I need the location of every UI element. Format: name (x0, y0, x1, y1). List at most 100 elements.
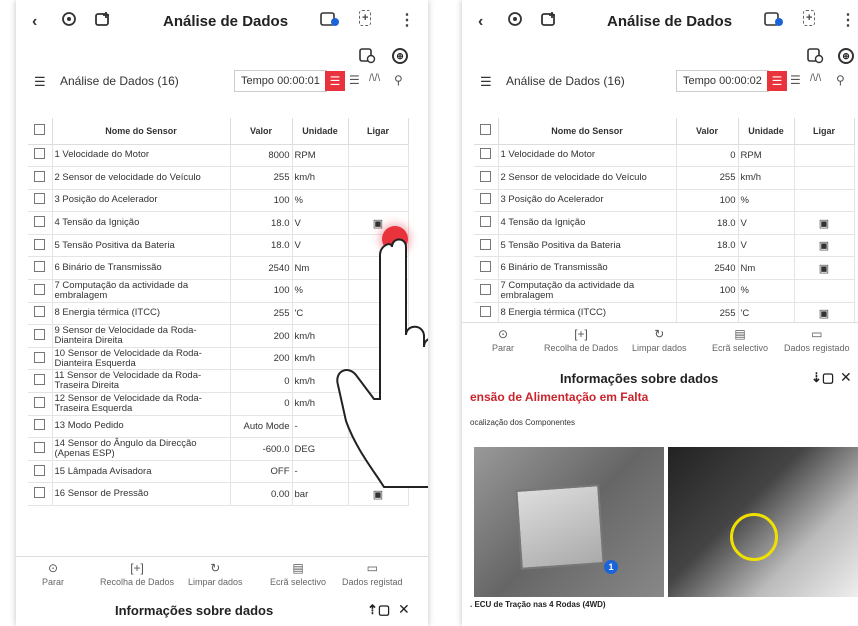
row-checkbox[interactable] (474, 166, 499, 190)
table-row[interactable]: 3 Posição do Acelerador 100% (28, 189, 409, 213)
column-header-name[interactable]: Nome do Sensor (498, 118, 677, 145)
link-cell[interactable] (348, 166, 409, 190)
link-cell[interactable] (794, 166, 855, 190)
row-checkbox[interactable] (28, 279, 53, 303)
list-view-button[interactable]: ☰ (767, 71, 787, 91)
graph-view-icon[interactable]: /\/\ (369, 73, 380, 84)
row-checkbox[interactable] (28, 369, 53, 394)
row-checkbox[interactable] (28, 256, 53, 281)
column-header-unit[interactable]: Unidade (738, 118, 795, 145)
link-icon[interactable]: ▣ (819, 240, 829, 252)
row-checkbox[interactable] (28, 144, 53, 168)
vehicle-scan-icon[interactable] (506, 10, 524, 33)
nav-record[interactable]: [+] Recolha de Dados (544, 327, 618, 353)
row-checkbox[interactable] (474, 189, 499, 213)
settings-dial-icon[interactable]: ⊕ (392, 46, 408, 64)
link-icon[interactable]: ▣ (819, 308, 829, 320)
link-icon[interactable]: ▣ (373, 218, 383, 230)
nav-selective[interactable]: ▤ Ecrã selectivo (270, 561, 326, 587)
search-icon[interactable]: ⚲ (394, 73, 403, 87)
row-checkbox[interactable] (28, 437, 53, 461)
close-icon[interactable]: ✕ (840, 369, 852, 386)
settings-dial-icon[interactable]: ⊕ (838, 46, 854, 64)
nav-clear[interactable]: ↻ Limpar dados (188, 561, 243, 587)
row-checkbox[interactable] (28, 482, 53, 506)
link-cell[interactable]: ▣ (794, 256, 855, 281)
row-checkbox[interactable] (28, 302, 53, 326)
link-cell[interactable] (348, 189, 409, 213)
link-icon[interactable]: ▣ (819, 263, 829, 275)
table-row[interactable]: 2 Sensor de velocidade do Veículo 255 km/h (28, 166, 409, 190)
table-row[interactable]: 4 Tensão da Ignição 18.0 V ▣ (28, 211, 409, 235)
nav-record[interactable]: [+] Recolha de Dados (100, 561, 174, 587)
nav-recorded[interactable]: ▭ Dados registad (342, 561, 403, 587)
link-cell[interactable] (794, 279, 855, 303)
select-all-checkbox[interactable] (474, 118, 499, 145)
row-checkbox[interactable] (28, 347, 53, 371)
table-row[interactable]: 6 Binário de Transmissão 2540 Nm ▣ (474, 256, 855, 281)
link-cell[interactable]: ▣ (794, 211, 855, 235)
table-row[interactable]: 1 Velocidade do Motor 0 RPM (474, 144, 855, 168)
column-header-name[interactable]: Nome do Sensor (52, 118, 231, 145)
vehicle-scan-icon[interactable] (60, 10, 78, 33)
row-checkbox[interactable] (28, 189, 53, 213)
add-vehicle-icon[interactable] (540, 10, 558, 33)
column-header-link[interactable]: Ligar (348, 118, 409, 145)
nav-stop[interactable]: ⊙ Parar (42, 561, 64, 587)
expand-icon[interactable]: + (359, 10, 372, 26)
table-row[interactable]: 2 Sensor de velocidade do Veículo 255 km/h (474, 166, 855, 190)
row-checkbox[interactable] (474, 279, 499, 303)
screen-record-icon[interactable] (764, 10, 784, 33)
link-icon[interactable]: ▣ (819, 218, 829, 230)
column-header-link[interactable]: Ligar (794, 118, 855, 145)
link-cell[interactable] (348, 144, 409, 168)
text-view-icon[interactable]: ☰ (349, 73, 360, 87)
row-checkbox[interactable] (28, 166, 53, 190)
row-checkbox[interactable] (474, 211, 499, 235)
vehicle-info-icon[interactable] (358, 46, 376, 69)
list-view-button[interactable]: ☰ (325, 71, 345, 91)
list-edit-icon[interactable]: ☰ (480, 74, 492, 90)
nav-clear[interactable]: ↻ Limpar dados (632, 327, 687, 353)
vehicle-info-icon[interactable] (806, 46, 824, 69)
column-header-unit[interactable]: Unidade (292, 118, 349, 145)
table-row[interactable]: 5 Tensão Positiva da Bateria 18.0 V ▣ (474, 234, 855, 258)
row-checkbox[interactable] (474, 234, 499, 258)
row-checkbox[interactable] (28, 460, 53, 484)
expand-icon[interactable]: + (803, 10, 816, 26)
expand-panel-icon[interactable]: ⇡▢ (367, 602, 390, 618)
row-checkbox[interactable] (474, 256, 499, 281)
column-header-value[interactable]: Valor (676, 118, 739, 145)
nav-recorded[interactable]: ▭ Dados registado (784, 327, 850, 353)
row-checkbox[interactable] (28, 211, 53, 235)
more-icon[interactable]: ⋮ (840, 10, 856, 30)
collapse-panel-icon[interactable]: ⇣▢ (811, 370, 834, 386)
row-checkbox[interactable] (28, 324, 53, 348)
row-checkbox[interactable] (474, 144, 499, 168)
select-all-checkbox[interactable] (28, 118, 53, 145)
nav-selective[interactable]: ▤ Ecrã selectivo (712, 327, 768, 353)
add-vehicle-icon[interactable] (94, 10, 112, 33)
close-icon[interactable]: ✕ (398, 601, 410, 618)
text-view-icon[interactable]: ☰ (790, 73, 801, 87)
row-checkbox[interactable] (28, 415, 53, 439)
link-cell[interactable]: ▣ (794, 234, 855, 258)
back-icon[interactable]: ‹ (478, 13, 483, 31)
table-row[interactable]: 4 Tensão da Ignição 18.0 V ▣ (474, 211, 855, 235)
list-edit-icon[interactable]: ☰ (34, 74, 46, 90)
link-icon[interactable]: ▣ (373, 489, 383, 501)
graph-view-icon[interactable]: /\/\ (810, 73, 821, 84)
nav-stop[interactable]: ⊙ Parar (492, 327, 514, 353)
table-row[interactable]: 1 Velocidade do Motor 8000 RPM (28, 144, 409, 168)
link-cell[interactable] (794, 189, 855, 213)
row-checkbox[interactable] (28, 234, 53, 258)
more-icon[interactable]: ⋮ (399, 10, 415, 30)
search-icon[interactable]: ⚲ (836, 73, 845, 87)
link-cell[interactable] (794, 144, 855, 168)
table-row[interactable]: 7 Computação da actividade da embralagem… (474, 279, 855, 303)
back-icon[interactable]: ‹ (32, 13, 37, 31)
row-checkbox[interactable] (28, 392, 53, 416)
screen-record-icon[interactable] (320, 10, 340, 33)
column-header-value[interactable]: Valor (230, 118, 293, 145)
table-row[interactable]: 3 Posição do Acelerador 100% (474, 189, 855, 213)
